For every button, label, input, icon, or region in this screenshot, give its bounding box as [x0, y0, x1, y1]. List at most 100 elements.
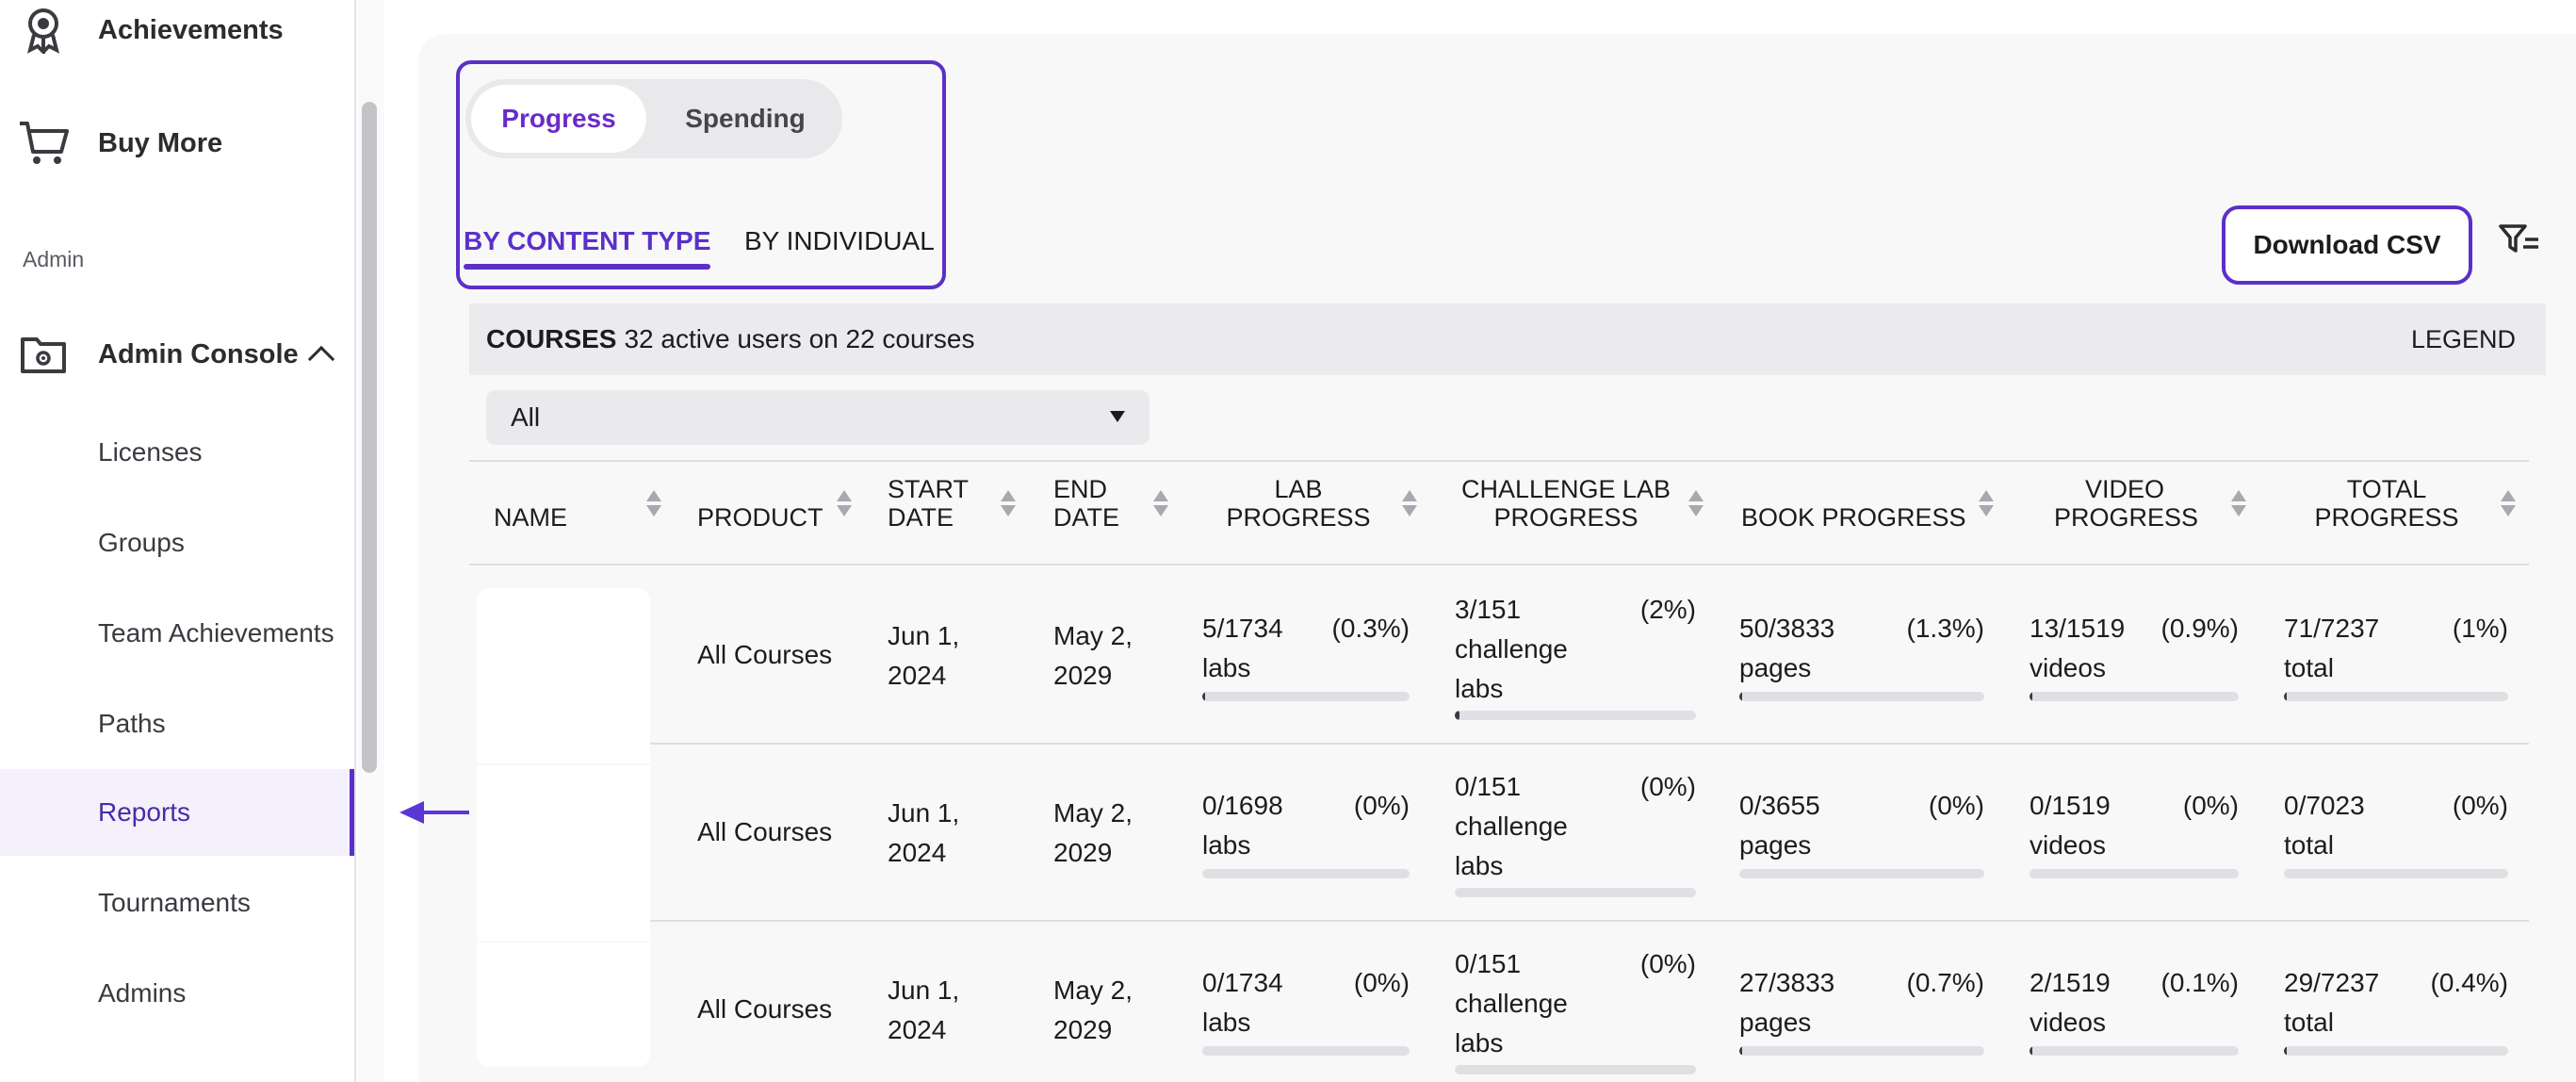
progress-bar: [1739, 692, 1984, 701]
progress-bar-fill: [2030, 692, 2032, 701]
column-header-start-date[interactable]: START DATE: [888, 475, 969, 532]
start-date-line: Jun 1,: [888, 975, 960, 1005]
progress-fraction: 2/1519: [2030, 968, 2111, 997]
end-date-cell: May 2, 2029: [1053, 971, 1133, 1050]
progress-bar: [1455, 711, 1696, 720]
sidebar-item-team-achievements[interactable]: Team Achievements: [0, 590, 354, 677]
download-csv-button[interactable]: Download CSV: [2222, 205, 2472, 285]
legend-button[interactable]: LEGEND: [2411, 325, 2516, 354]
sort-icon[interactable]: [646, 490, 661, 520]
progress-bar-fill: [1739, 1046, 1743, 1056]
progress-unit: labs: [1455, 851, 1504, 880]
tab-by-content-type[interactable]: BY CONTENT TYPE: [464, 226, 711, 270]
sidebar-scrollbar-thumb[interactable]: [362, 102, 377, 773]
progress-fraction: 0/151: [1455, 772, 1522, 801]
sidebar-item-admins[interactable]: Admins: [0, 950, 354, 1037]
progress-bar: [2030, 692, 2239, 701]
sort-icon[interactable]: [1001, 490, 1016, 520]
end-date-line: 2029: [1053, 838, 1113, 867]
progress-percent: (0.4%): [2430, 968, 2508, 997]
tab-by-individual[interactable]: BY INDIVIDUAL: [744, 226, 935, 256]
progress-fraction: 27/3833: [1739, 968, 1835, 997]
progress-unit: labs: [1202, 653, 1251, 682]
progress-fraction: 29/7237: [2284, 968, 2380, 997]
progress-unit: challenge: [1455, 634, 1568, 664]
video-progress-cell: 2/1519 (0.1%) videos: [2030, 963, 2239, 1063]
total-progress-cell: 71/7237 (1%) total: [2284, 609, 2508, 709]
end-date-cell: May 2, 2029: [1053, 616, 1133, 696]
progress-bar: [2030, 869, 2239, 878]
sidebar-item-buy-more[interactable]: Buy More: [0, 115, 222, 172]
sort-icon[interactable]: [2231, 490, 2246, 520]
dropdown-caret-icon: [1110, 411, 1125, 422]
divider: [469, 564, 2529, 566]
sidebar-item-groups[interactable]: Groups: [0, 500, 354, 586]
start-date-cell: Jun 1, 2024: [888, 794, 959, 873]
progress-percent: (0%): [1639, 772, 1696, 801]
progress-bar-fill: [2030, 1046, 2032, 1056]
column-header-lab-progress[interactable]: LAB PROGRESS: [1215, 475, 1381, 532]
column-header-video-progress[interactable]: VIDEO PROGRESS: [2054, 475, 2198, 532]
product-cell: All Courses: [697, 817, 833, 846]
progress-unit: videos: [2030, 1008, 2106, 1037]
sidebar-item-achievements[interactable]: Achievements: [0, 4, 284, 57]
column-header-total-progress[interactable]: TOTAL PROGRESS: [2314, 475, 2459, 532]
progress-unit: total: [2284, 653, 2334, 682]
progress-percent: (0%): [1353, 968, 1410, 997]
progress-fraction: 3/151: [1455, 595, 1522, 624]
challenge-lab-progress-cell: 0/151 (0%) challenge labs: [1455, 767, 1696, 907]
sidebar-item-licenses[interactable]: Licenses: [0, 409, 354, 496]
name-cell-redacted: [477, 588, 650, 763]
progress-bar-fill: [1739, 692, 1743, 701]
progress-percent: (0%): [1353, 791, 1410, 820]
sidebar-item-reports[interactable]: Reports: [0, 769, 354, 856]
sort-icon[interactable]: [1979, 490, 1994, 520]
sidebar-item-admin-console[interactable]: Admin Console: [0, 326, 334, 383]
course-filter-select[interactable]: All: [486, 390, 1149, 445]
sort-icon[interactable]: [2501, 490, 2516, 520]
table-title: COURSES: [486, 324, 617, 353]
end-date-line: May 2,: [1053, 621, 1133, 650]
progress-unit: videos: [2030, 830, 2106, 860]
sidebar-item-label: Buy More: [98, 127, 223, 158]
award-ribbon-icon: [17, 4, 70, 57]
challenge-lab-progress-cell: 0/151 (0%) challenge labs: [1455, 944, 1696, 1082]
sort-icon[interactable]: [1402, 490, 1417, 520]
column-header-book-progress[interactable]: BOOK PROGRESS: [1741, 503, 1966, 532]
table-header-bar: COURSES 32 active users on 22 courses LE…: [469, 303, 2546, 375]
toggle-spending[interactable]: Spending: [658, 85, 833, 153]
progress-bar-fill: [1202, 692, 1205, 701]
filter-icon[interactable]: [2499, 222, 2540, 260]
column-header-name[interactable]: NAME: [494, 503, 567, 532]
sort-icon[interactable]: [1153, 490, 1168, 520]
column-header-product[interactable]: PRODUCT: [697, 503, 823, 532]
chevron-up-icon[interactable]: [307, 345, 334, 373]
progress-percent: (0%): [1639, 949, 1696, 978]
annotation-arrow-head-icon: [399, 801, 424, 824]
column-header-end-date[interactable]: END DATE: [1053, 475, 1119, 532]
progress-unit: videos: [2030, 653, 2106, 682]
progress-unit: labs: [1202, 1008, 1251, 1037]
product-cell: All Courses: [697, 640, 833, 669]
sort-icon[interactable]: [837, 490, 852, 520]
book-progress-cell: 27/3833 (0.7%) pages: [1739, 963, 1984, 1063]
sidebar-item-label: Admin Console: [98, 338, 299, 369]
sort-icon[interactable]: [1688, 490, 1704, 520]
start-date-line: 2024: [888, 1015, 947, 1044]
sidebar-item-tournaments[interactable]: Tournaments: [0, 860, 354, 946]
end-date-line: May 2,: [1053, 798, 1133, 828]
course-filter-value: All: [511, 402, 541, 432]
progress-unit: labs: [1202, 830, 1251, 860]
end-date-cell: May 2, 2029: [1053, 794, 1133, 873]
column-header-challenge-lab-progress[interactable]: CHALLENGE LAB PROGRESS: [1451, 475, 1681, 532]
total-progress-cell: 0/7023 (0%) total: [2284, 786, 2508, 886]
product-cell: All Courses: [697, 994, 833, 1024]
progress-bar: [1455, 888, 1696, 897]
toggle-progress[interactable]: Progress: [471, 85, 646, 153]
progress-percent: (0.9%): [2160, 614, 2239, 643]
sidebar: Achievements Buy More Admin Admin Consol…: [0, 0, 356, 1082]
progress-bar: [2284, 869, 2508, 878]
start-date-cell: Jun 1, 2024: [888, 616, 959, 696]
sidebar-item-paths[interactable]: Paths: [0, 680, 354, 767]
progress-fraction: 71/7237: [2284, 614, 2380, 643]
